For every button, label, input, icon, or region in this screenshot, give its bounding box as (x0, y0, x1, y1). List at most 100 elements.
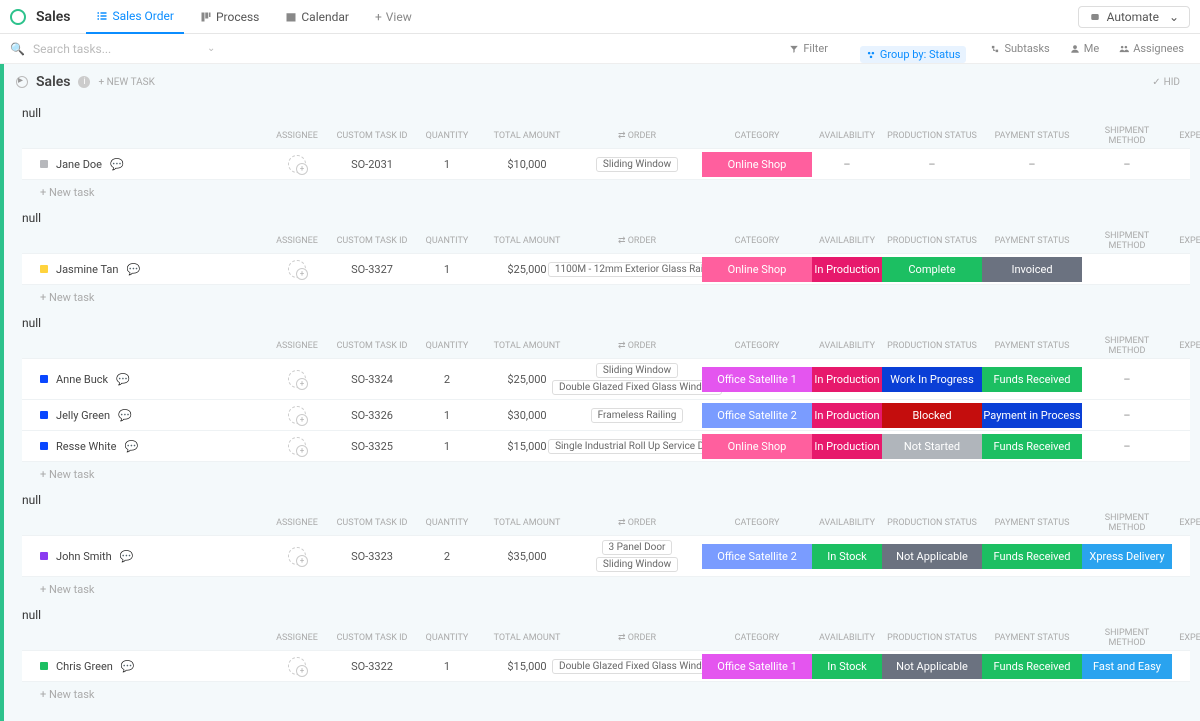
add-task-row[interactable]: + New task (22, 682, 1190, 701)
new-task-link[interactable]: + NEW TASK (98, 77, 154, 88)
status-pill[interactable]: In Production (812, 367, 882, 392)
group-by-button[interactable]: Group by: Status (860, 46, 967, 63)
status-pill[interactable]: In Production (812, 403, 882, 428)
empty-cell: – (1123, 440, 1130, 453)
automate-label: Automate (1107, 10, 1159, 24)
task-id: SO-3324 (332, 364, 412, 394)
status-pill[interactable]: Invoiced (982, 257, 1082, 282)
category-pill[interactable]: Office Satellite 2 (702, 544, 812, 569)
tab-calendar[interactable]: Calendar (275, 0, 359, 34)
status-pill[interactable]: In Stock (812, 544, 882, 569)
col-production-status: Production Status (882, 131, 982, 141)
add-task-row[interactable]: + New task (22, 285, 1190, 304)
status-pill[interactable]: Payment in Process (982, 403, 1082, 428)
col-assignee: Assignee (262, 518, 332, 528)
subtasks-button[interactable]: Subtasks (984, 40, 1055, 57)
order-tag[interactable]: 1100M - 12mm Exterior Glass Railing (548, 262, 726, 277)
comment-icon[interactable]: 💬 (116, 373, 130, 386)
col-total: Total Amount (482, 341, 572, 351)
hide-button[interactable]: ✓ HID (1152, 77, 1180, 88)
automate-button[interactable]: Automate ⌄ (1078, 6, 1190, 28)
add-task-row[interactable]: + New task (22, 180, 1190, 199)
category-pill[interactable]: Office Satellite 2 (702, 403, 812, 428)
status-pill[interactable]: Funds Received (982, 654, 1082, 679)
order-tag[interactable]: Frameless Railing (591, 408, 684, 423)
assignee-add[interactable] (288, 657, 306, 675)
col-expected: Expe (1172, 633, 1200, 643)
status-pill[interactable]: Funds Received (982, 544, 1082, 569)
comment-icon[interactable]: 💬 (127, 263, 141, 276)
assignee-add[interactable] (288, 406, 306, 424)
status-pill[interactable]: Work In Progress (882, 367, 982, 392)
assignee-add[interactable] (288, 155, 306, 173)
category-pill[interactable]: Online Shop (702, 434, 812, 459)
filter-button[interactable]: Filter (783, 40, 834, 57)
group-by-label: Group by: Status (880, 48, 961, 61)
col-total: Total Amount (482, 131, 572, 141)
tab-sales-order[interactable]: Sales Order (86, 0, 184, 34)
status-pill[interactable]: Funds Received (982, 367, 1082, 392)
assignee-add[interactable] (288, 437, 306, 455)
comment-icon[interactable]: 💬 (124, 440, 138, 453)
task-row[interactable]: Jelly Green 💬 SO-3326 1 $30,000 Frameles… (22, 400, 1190, 431)
tab-process[interactable]: Process (190, 0, 269, 34)
add-view[interactable]: + View (365, 0, 422, 34)
assignee-add[interactable] (288, 260, 306, 278)
status-pill[interactable]: In Stock (812, 654, 882, 679)
status-pill[interactable]: Funds Received (982, 434, 1082, 459)
task-row[interactable]: John Smith 💬 SO-3323 2 $35,000 3 Panel D… (22, 535, 1190, 577)
status-pill[interactable]: In Production (812, 257, 882, 282)
status-pill[interactable]: Not Applicable (882, 654, 982, 679)
order-tag[interactable]: Sliding Window (596, 557, 678, 572)
order-tag[interactable]: Single Industrial Roll Up Service Door (548, 439, 726, 454)
col-total: Total Amount (482, 236, 572, 246)
task-row[interactable]: Chris Green 💬 SO-3322 1 $15,000 Double G… (22, 650, 1190, 682)
assignee-add[interactable] (288, 370, 306, 388)
quantity: 1 (412, 400, 482, 430)
order-tag[interactable]: Sliding Window (596, 157, 678, 172)
task-row[interactable]: Jane Doe 💬 SO-2031 1 $10,000 Sliding Win… (22, 148, 1190, 180)
filter-label: Filter (803, 42, 828, 55)
status-pill[interactable]: Not Applicable (882, 544, 982, 569)
search-input[interactable] (33, 42, 193, 56)
category-pill[interactable]: Office Satellite 1 (702, 654, 812, 679)
col-total: Total Amount (482, 633, 572, 643)
status-pill[interactable]: Not Started (882, 434, 982, 459)
status-pill[interactable]: Complete (882, 257, 982, 282)
collapse-toggle[interactable] (16, 76, 28, 88)
add-task-row[interactable]: + New task (22, 577, 1190, 596)
col-category: Category (702, 236, 812, 246)
col-shipment-method: Shipment Method (1082, 513, 1172, 533)
col-shipment-method: Shipment Method (1082, 628, 1172, 648)
order-tag[interactable]: Double Glazed Fixed Glass Window (552, 659, 722, 674)
order-tag[interactable]: Sliding Window (596, 363, 678, 378)
add-task-row[interactable]: + New task (22, 462, 1190, 481)
task-row[interactable]: Jasmine Tan 💬 SO-3327 1 $25,000 1100M - … (22, 253, 1190, 285)
hide-label: HID (1164, 77, 1180, 88)
col-payment-status: Payment Status (982, 341, 1082, 351)
status-pill[interactable]: Blocked (882, 403, 982, 428)
chevron-down-icon[interactable]: ⌄ (207, 43, 215, 54)
info-icon[interactable]: i (78, 76, 90, 88)
group-icon (866, 50, 876, 60)
assignees-button[interactable]: Assignees (1113, 40, 1190, 57)
shipment-pill[interactable]: Fast and Easy (1082, 654, 1172, 679)
category-pill[interactable]: Online Shop (702, 152, 812, 177)
group-complete: null Assignee Custom Task ID Quantity To… (22, 608, 1190, 701)
comment-icon[interactable]: 💬 (121, 660, 135, 673)
assignee-add[interactable] (288, 547, 306, 565)
category-pill[interactable]: Office Satellite 1 (702, 367, 812, 392)
order-tag[interactable]: 3 Panel Door (602, 540, 673, 555)
comment-icon[interactable]: 💬 (120, 550, 134, 563)
task-row[interactable]: Anne Buck 💬 SO-3324 2 $25,000 Sliding Wi… (22, 358, 1190, 400)
me-button[interactable]: Me (1064, 40, 1105, 57)
comment-icon[interactable]: 💬 (110, 158, 124, 171)
task-name: Chris Green (56, 660, 113, 673)
order-tag[interactable]: Double Glazed Fixed Glass Window (552, 380, 722, 395)
category-pill[interactable]: Online Shop (702, 257, 812, 282)
task-row[interactable]: Resse White 💬 SO-3325 1 $15,000 Single I… (22, 431, 1190, 462)
status-pill[interactable]: In Production (812, 434, 882, 459)
col-availability: Availability (812, 131, 882, 141)
comment-icon[interactable]: 💬 (118, 409, 132, 422)
shipment-pill[interactable]: Xpress Delivery (1082, 544, 1172, 569)
